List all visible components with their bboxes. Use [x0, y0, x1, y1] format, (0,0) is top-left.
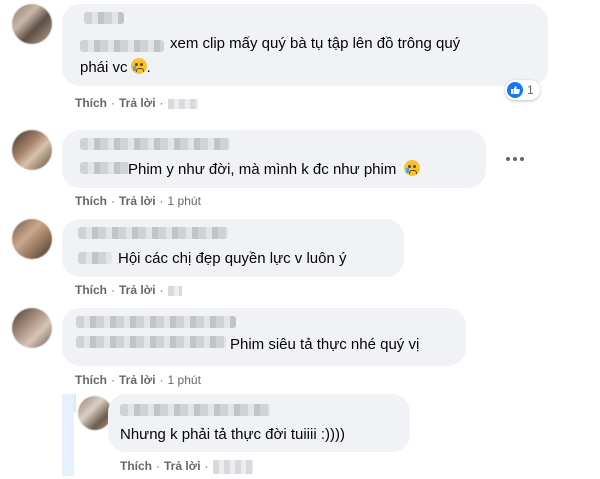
thumbs-up-icon	[507, 82, 523, 98]
reaction-count: 1	[527, 83, 534, 97]
reply-button[interactable]: Trả lời	[119, 372, 156, 388]
tagged-name[interactable]	[78, 252, 112, 264]
crying-face-icon	[403, 160, 420, 176]
comment-text-line2: phái vc.	[80, 58, 151, 76]
comment-text-line: Phim y như đời, mà mình k đc như phim	[128, 160, 420, 180]
tagged-name[interactable]	[76, 336, 226, 348]
timestamp[interactable]	[212, 459, 253, 474]
thread-line	[74, 394, 76, 412]
commenter-name[interactable]	[78, 227, 228, 239]
tagged-name[interactable]	[80, 162, 130, 174]
avatar[interactable]	[78, 396, 112, 430]
like-button[interactable]: Thích	[75, 282, 107, 298]
comment-text: Phim siêu tả thực nhé quý vị	[230, 336, 420, 353]
commenter-name[interactable]	[80, 138, 230, 150]
reaction-summary[interactable]: 1	[505, 80, 540, 100]
timestamp[interactable]	[167, 285, 182, 296]
avatar[interactable]	[12, 308, 52, 348]
thread-indicator	[62, 394, 74, 476]
comment-text: Phim y như đời, mà mình k đc như phim	[128, 161, 397, 178]
reply-button[interactable]: Trả lời	[164, 458, 201, 474]
comment-actions: Thích · Trả lời · 1 phút	[75, 372, 201, 388]
comment-actions: Thích · Trả lời ·	[75, 282, 182, 298]
reply-button[interactable]: Trả lời	[119, 193, 156, 209]
avatar[interactable]	[12, 130, 52, 170]
like-button[interactable]: Thích	[75, 95, 107, 111]
like-button[interactable]: Thích	[75, 193, 107, 209]
reply-text: Nhưng k phải tả thực đời tuiiii :))))	[120, 426, 345, 443]
comment-text: xem clip mấy quý bà tụ tập lên đồ trông …	[170, 35, 461, 52]
commenter-name[interactable]	[84, 12, 124, 24]
avatar[interactable]	[12, 4, 52, 44]
tagged-name[interactable]	[80, 40, 164, 52]
commenter-name[interactable]	[120, 404, 270, 416]
avatar[interactable]	[12, 219, 52, 259]
timestamp[interactable]: 1 phút	[168, 372, 201, 388]
timestamp[interactable]: 1 phút	[168, 193, 201, 209]
comment-actions: Thích · Trả lời · 1 phút	[75, 193, 201, 209]
like-button[interactable]: Thích	[75, 372, 107, 388]
crying-face-icon	[130, 58, 147, 74]
like-button[interactable]: Thích	[120, 458, 152, 474]
reply-actions: Thích · Trả lời ·	[120, 458, 253, 474]
commenter-name[interactable]	[76, 316, 236, 328]
comment-actions: Thích · Trả lời ·	[75, 95, 198, 111]
more-options-icon[interactable]	[506, 157, 524, 161]
reply-button[interactable]: Trả lời	[119, 95, 156, 111]
timestamp[interactable]	[167, 98, 198, 109]
comment-text: Hội các chị đẹp quyền lực v luôn ý	[118, 250, 347, 267]
reply-button[interactable]: Trả lời	[119, 282, 156, 298]
